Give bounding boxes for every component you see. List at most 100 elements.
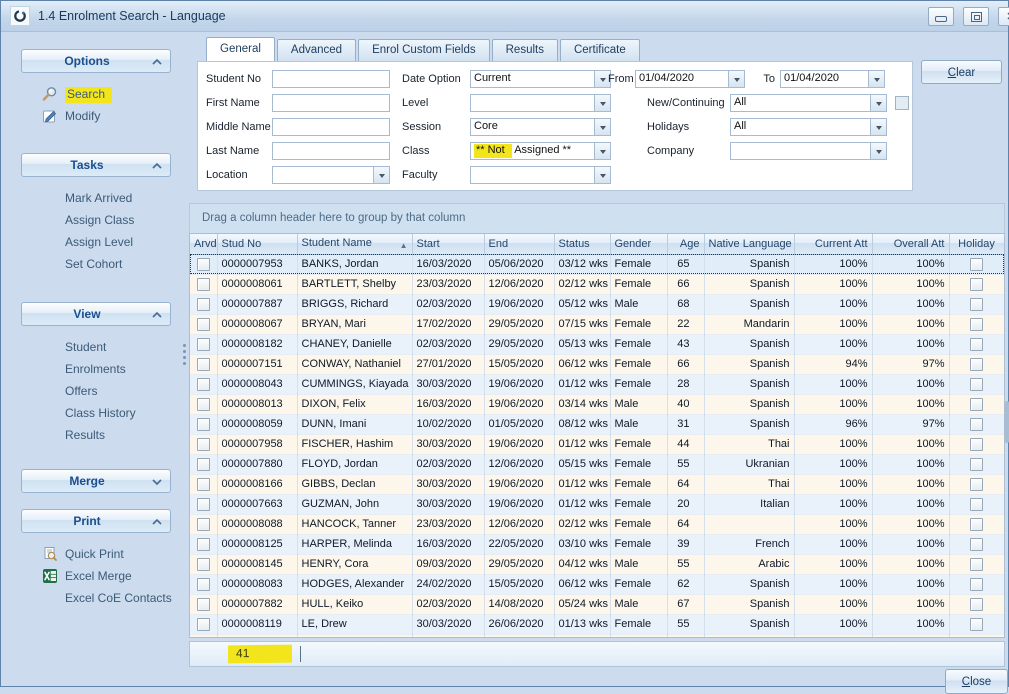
holidays-combo[interactable]: All: [730, 118, 887, 136]
dropdown-arrow-icon[interactable]: [870, 119, 886, 135]
column-header-end[interactable]: End: [484, 234, 554, 254]
holiday-checkbox[interactable]: [970, 558, 983, 571]
sidebar-group-header-options[interactable]: Options: [21, 49, 171, 73]
arvd-checkbox[interactable]: [197, 618, 210, 631]
column-header-stud-no[interactable]: Stud No: [217, 234, 297, 254]
arvd-checkbox[interactable]: [197, 418, 210, 431]
table-row[interactable]: 0000007663GUZMAN, John30/03/202019/06/20…: [190, 494, 1004, 514]
from-date-combo[interactable]: 01/04/2020: [635, 70, 745, 88]
table-row[interactable]: 0000008043CUMMINGS, Kiayada30/03/202019/…: [190, 374, 1004, 394]
table-row[interactable]: 0000008061BARTLETT, Shelby23/03/202012/0…: [190, 274, 1004, 294]
level-combo[interactable]: [470, 94, 611, 112]
arvd-checkbox[interactable]: [197, 338, 210, 351]
dropdown-arrow-icon[interactable]: [373, 167, 389, 183]
group-by-panel[interactable]: Drag a column header here to group by th…: [189, 203, 1005, 233]
arvd-checkbox[interactable]: [197, 478, 210, 491]
holiday-checkbox[interactable]: [970, 338, 983, 351]
column-header-overall-att[interactable]: Overall Att: [872, 234, 949, 254]
arvd-checkbox[interactable]: [197, 638, 210, 639]
column-header-gender[interactable]: Gender: [610, 234, 667, 254]
dropdown-arrow-icon[interactable]: [594, 167, 610, 183]
holiday-checkbox[interactable]: [970, 518, 983, 531]
arvd-checkbox[interactable]: [197, 578, 210, 591]
column-header-holiday[interactable]: Holiday: [949, 234, 1004, 254]
holiday-checkbox[interactable]: [970, 398, 983, 411]
sidebar-item-results[interactable]: Results: [21, 424, 171, 446]
holiday-checkbox[interactable]: [970, 378, 983, 391]
holiday-checkbox[interactable]: [970, 258, 983, 271]
table-row[interactable]: 0000008083HODGES, Alexander24/02/202015/…: [190, 574, 1004, 594]
holiday-checkbox[interactable]: [970, 458, 983, 471]
arvd-checkbox[interactable]: [197, 398, 210, 411]
column-header-start[interactable]: Start: [412, 234, 484, 254]
holiday-checkbox[interactable]: [970, 318, 983, 331]
new-continuing-combo[interactable]: All: [730, 94, 887, 112]
arvd-checkbox[interactable]: [197, 558, 210, 571]
sidebar-item-student[interactable]: Student: [21, 336, 171, 358]
to-date-combo[interactable]: 01/04/2020: [780, 70, 885, 88]
arvd-checkbox[interactable]: [197, 258, 210, 271]
dropdown-arrow-icon[interactable]: [728, 71, 744, 87]
tab-general[interactable]: General: [206, 37, 275, 61]
table-row[interactable]: 0000008067BRYAN, Mari17/02/202029/05/202…: [190, 314, 1004, 334]
holiday-checkbox[interactable]: [970, 498, 983, 511]
column-header-current-att[interactable]: Current Att: [794, 234, 872, 254]
sidebar-item-excel-coe-contacts[interactable]: Excel CoE Contacts: [21, 587, 171, 609]
sidebar-item-excel-merge[interactable]: Excel Merge: [21, 565, 171, 587]
table-row[interactable]: 0000008125HARPER, Melinda16/03/202022/05…: [190, 534, 1004, 554]
dropdown-arrow-icon[interactable]: [868, 71, 884, 87]
sidebar-item-quick-print[interactable]: Quick Print: [21, 543, 171, 565]
sidebar-item-assign-level[interactable]: Assign Level: [21, 231, 171, 253]
sidebar-group-header-view[interactable]: View: [21, 302, 171, 326]
middle-name-input[interactable]: [272, 118, 390, 136]
sidebar-group-header-print[interactable]: Print: [21, 509, 171, 533]
column-header-native-language[interactable]: Native Language: [704, 234, 794, 254]
company-combo[interactable]: [730, 142, 887, 160]
tab-advanced[interactable]: Advanced: [277, 39, 356, 61]
holiday-checkbox[interactable]: [970, 358, 983, 371]
session-combo[interactable]: Core: [470, 118, 611, 136]
splitter-handle[interactable]: [183, 341, 188, 367]
column-header-student-name[interactable]: Student Name▲: [297, 234, 412, 254]
table-row[interactable]: 0000008182CHANEY, Danielle02/03/202029/0…: [190, 334, 1004, 354]
arvd-checkbox[interactable]: [197, 518, 210, 531]
table-row[interactable]: 0000008145HENRY, Cora09/03/202029/05/202…: [190, 554, 1004, 574]
vertical-scrollbar-thumb[interactable]: [1005, 401, 1009, 443]
student-no-input[interactable]: [272, 70, 390, 88]
arvd-checkbox[interactable]: [197, 538, 210, 551]
table-row[interactable]: 0000007151CONWAY, Nathaniel27/01/202015/…: [190, 354, 1004, 374]
dropdown-arrow-icon[interactable]: [870, 95, 886, 111]
column-header-arvd[interactable]: Arvd: [190, 234, 217, 254]
arvd-checkbox[interactable]: [197, 318, 210, 331]
table-row[interactable]: 0000008059DUNN, Imani10/02/202001/05/202…: [190, 414, 1004, 434]
holiday-checkbox[interactable]: [970, 418, 983, 431]
tab-enrol-custom-fields[interactable]: Enrol Custom Fields: [358, 39, 490, 61]
arvd-checkbox[interactable]: [197, 598, 210, 611]
holiday-checkbox[interactable]: [970, 578, 983, 591]
faculty-combo[interactable]: [470, 166, 611, 184]
tab-results[interactable]: Results: [492, 39, 558, 61]
table-row[interactable]: 0000007880FLOYD, Jordan02/03/202012/06/2…: [190, 454, 1004, 474]
restore-button[interactable]: [963, 7, 989, 26]
holiday-checkbox[interactable]: [970, 638, 983, 639]
sidebar-group-header-tasks[interactable]: Tasks: [21, 153, 171, 177]
class-combo[interactable]: ** Not Assigned **: [470, 142, 611, 160]
sidebar-item-modify[interactable]: Modify: [21, 105, 171, 127]
minimize-button[interactable]: [928, 7, 954, 26]
close-button[interactable]: Close: [945, 669, 1008, 694]
holiday-checkbox[interactable]: [970, 478, 983, 491]
holiday-checkbox[interactable]: [970, 538, 983, 551]
table-row[interactable]: 0000007958FISCHER, Hashim30/03/202019/06…: [190, 434, 1004, 454]
table-row[interactable]: 0000007882HULL, Keiko02/03/202014/08/202…: [190, 594, 1004, 614]
sidebar-item-assign-class[interactable]: Assign Class: [21, 209, 171, 231]
column-header-age[interactable]: Age: [667, 234, 704, 254]
table-row[interactable]: 0000008088HANCOCK, Tanner23/03/202012/06…: [190, 514, 1004, 534]
table-row[interactable]: 0000007887BRIGGS, Richard02/03/202019/06…: [190, 294, 1004, 314]
new-continuing-checkbox[interactable]: [895, 96, 909, 110]
arvd-checkbox[interactable]: [197, 458, 210, 471]
sidebar-item-set-cohort[interactable]: Set Cohort: [21, 253, 171, 275]
clear-button[interactable]: Clear: [921, 60, 1002, 84]
sidebar-item-mark-arrived[interactable]: Mark Arrived: [21, 187, 171, 209]
close-window-button[interactable]: ✕: [998, 7, 1009, 26]
sidebar-item-class-history[interactable]: Class History: [21, 402, 171, 424]
